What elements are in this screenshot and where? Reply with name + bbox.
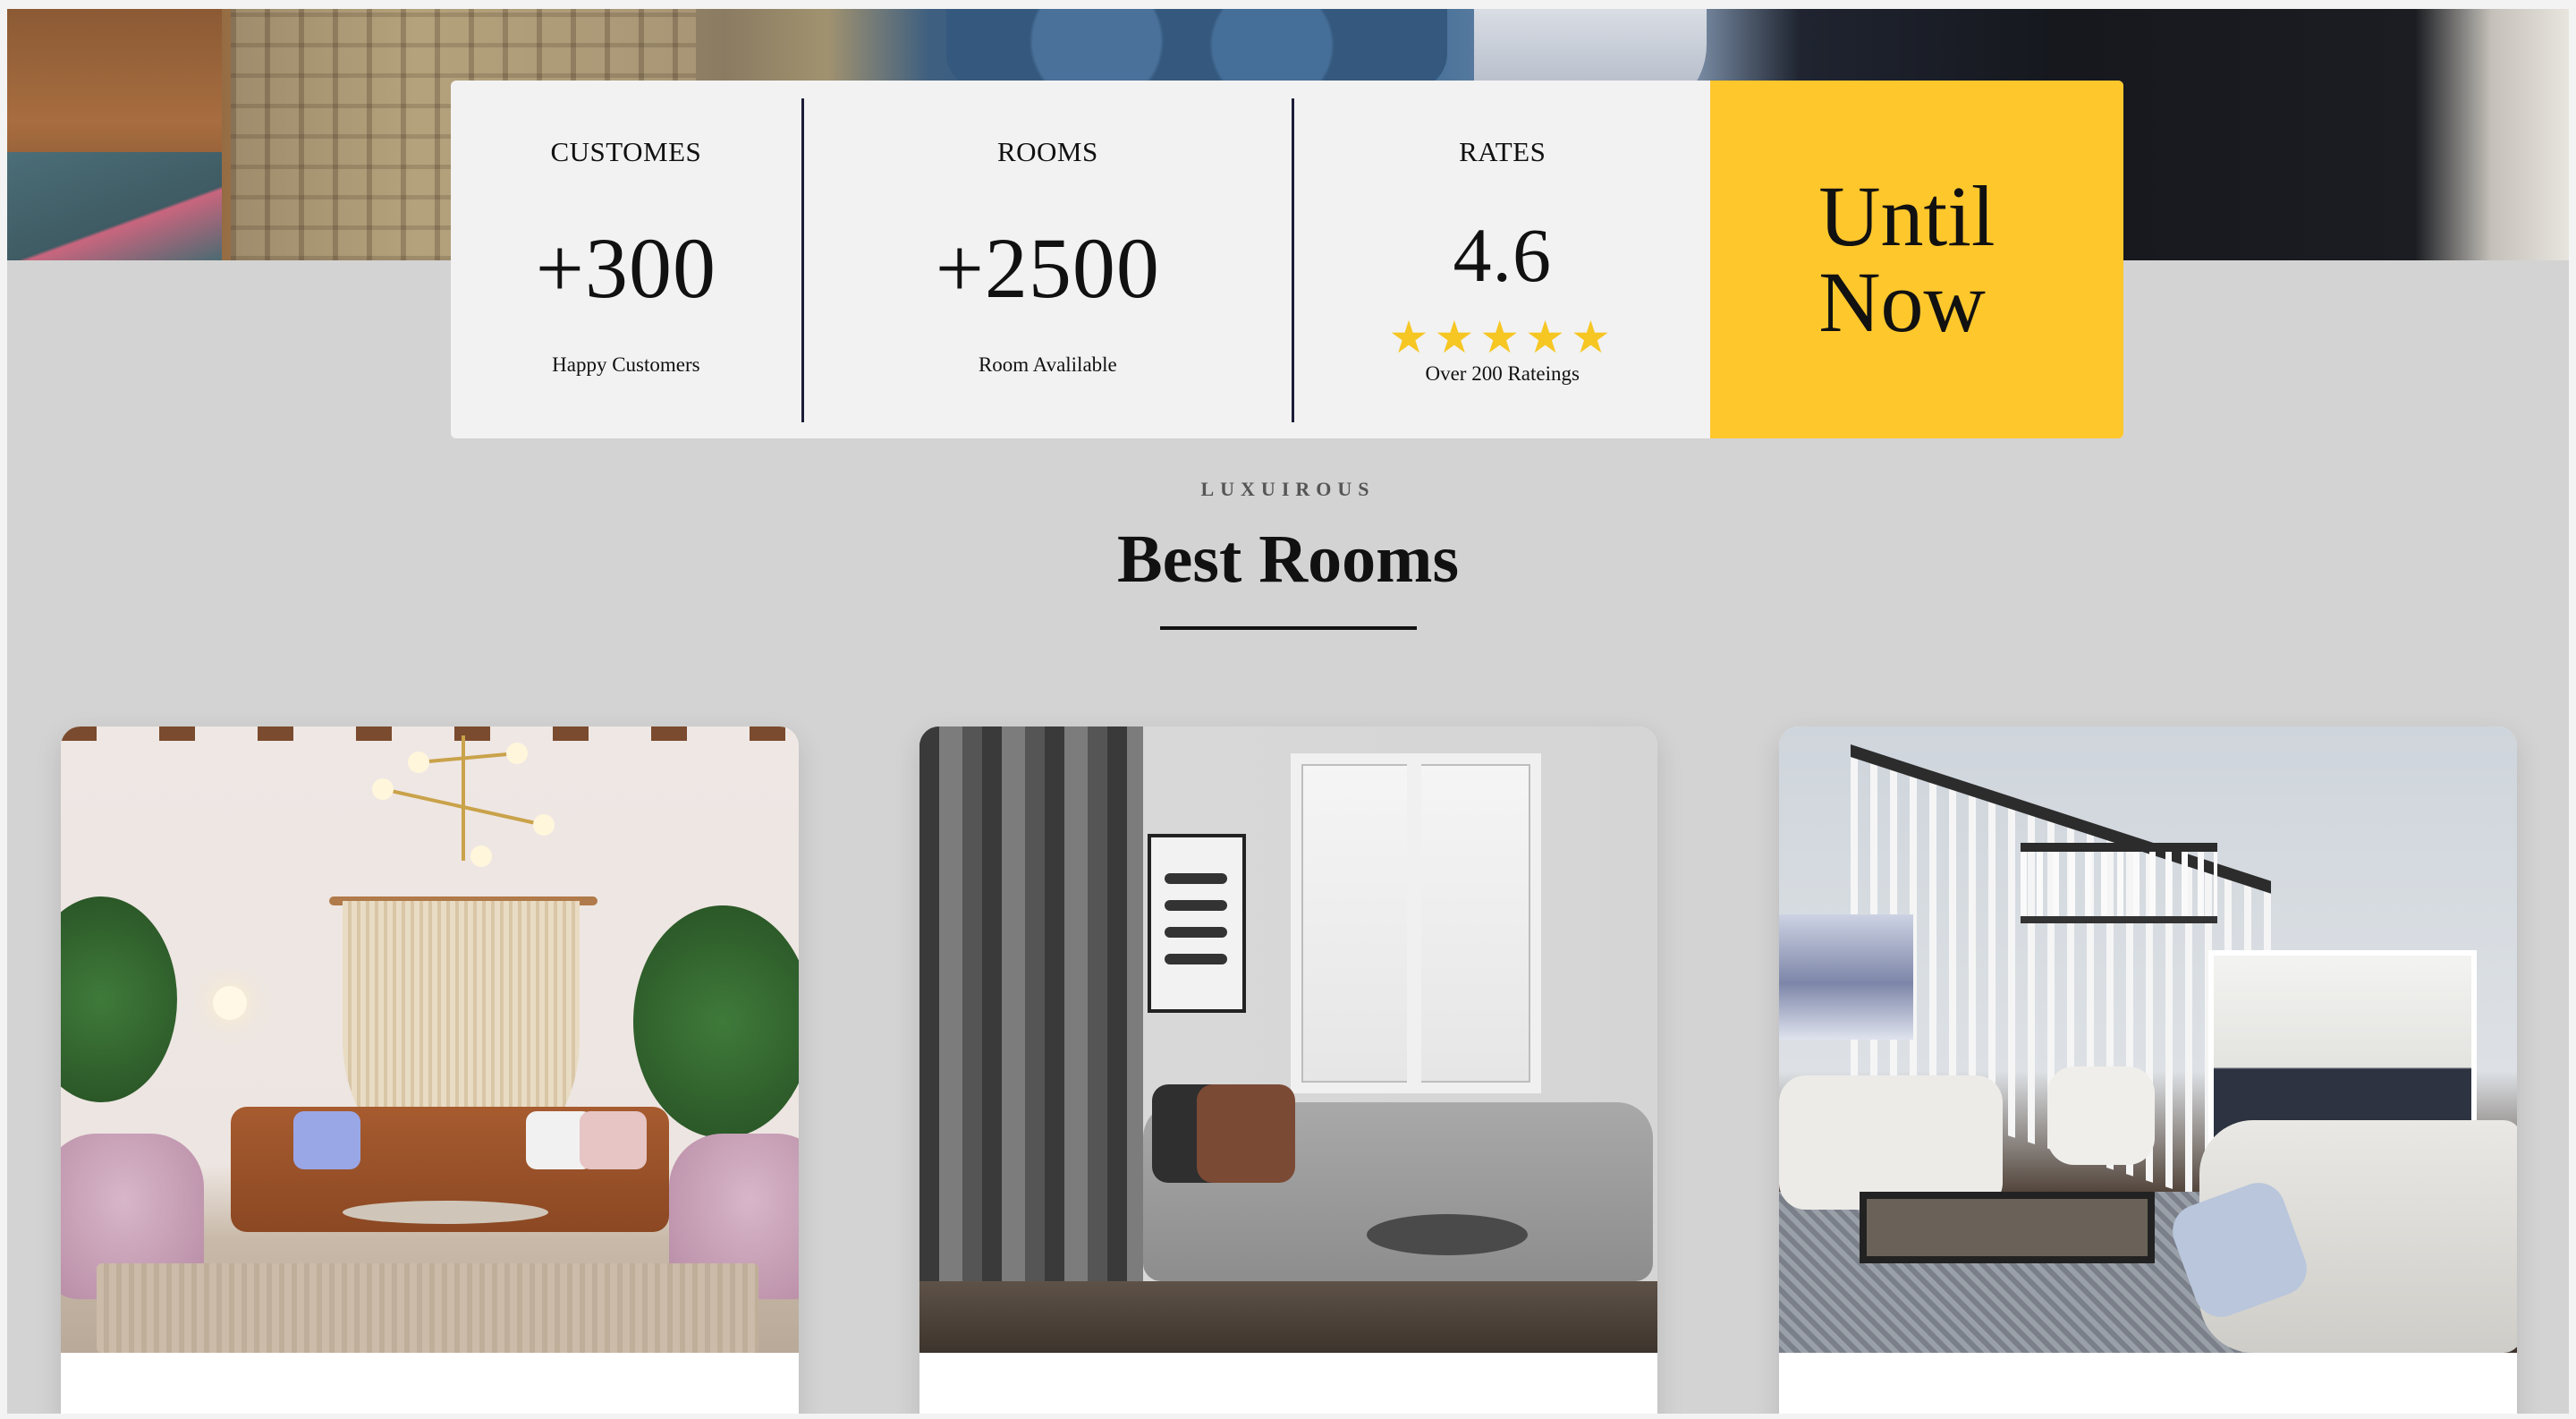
room-card-body <box>919 1353 1657 1414</box>
page: CUSTOMES +300 Happy Customers ROOMS +250… <box>7 9 2569 1414</box>
until-now-line1: Until <box>1818 168 1996 264</box>
stat-rooms-value: +2500 <box>935 220 1160 316</box>
stats-card: CUSTOMES +300 Happy Customers ROOMS +250… <box>451 81 2123 438</box>
room-photo-open-plan <box>1779 726 2517 1353</box>
room-card-body <box>1779 1353 2517 1414</box>
title-underline <box>1160 626 1417 630</box>
stat-rates-caption: Over 200 Rateings <box>1425 362 1580 385</box>
room-photo-grey-lounge <box>919 726 1657 1353</box>
stat-rates-value: 4.6 <box>1453 212 1552 298</box>
section-title: Best Rooms <box>1116 522 1460 597</box>
star-rating-icon: ★★★★★ <box>1388 312 1616 362</box>
room-card[interactable] <box>61 726 799 1414</box>
stat-customers-value: +300 <box>535 220 716 316</box>
stat-rates: RATES 4.6 ★★★★★ Over 200 Rateings <box>1294 81 1711 438</box>
until-now-button[interactable]: Until Now <box>1710 81 2123 438</box>
room-photo-living-room <box>61 726 799 1353</box>
until-now-line2: Now <box>1818 254 1986 350</box>
stat-rooms-caption: Room Avalilable <box>978 353 1117 376</box>
stat-customers: CUSTOMES +300 Happy Customers <box>451 81 801 438</box>
section-kicker: LUXUIROUS <box>1200 478 1376 500</box>
stat-customers-label: CUSTOMES <box>550 136 702 167</box>
room-card[interactable] <box>1779 726 2517 1414</box>
stat-rooms-label: ROOMS <box>996 136 1098 167</box>
stat-rates-label: RATES <box>1459 136 1546 167</box>
stat-customers-caption: Happy Customers <box>552 353 700 376</box>
room-card[interactable] <box>919 726 1657 1414</box>
room-card-body <box>61 1353 799 1414</box>
stat-rooms: ROOMS +2500 Room Avalilable <box>804 81 1292 438</box>
